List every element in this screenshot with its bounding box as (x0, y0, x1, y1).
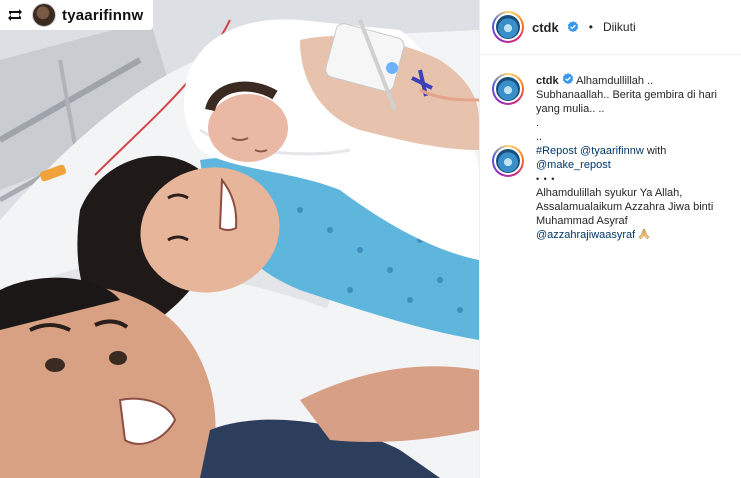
caption-avatar[interactable] (492, 73, 524, 105)
caption-avatar-2[interactable] (492, 145, 524, 177)
praying-hands-icon (638, 228, 650, 240)
repost-with-text: with (646, 145, 667, 157)
repost-user-link[interactable]: @tyaarifinnw (580, 145, 644, 157)
header-separator: • (588, 20, 593, 34)
caption-body-line-3: Muhammad Asyraf (536, 215, 628, 227)
post-side-panel: ctdk • Diikuti ctdk Alhamdullillah .. Su… (479, 0, 741, 478)
repost-icon (4, 4, 26, 26)
post-photo[interactable]: tyaarifinnw (0, 0, 479, 478)
caption-bullets: • • • (536, 174, 556, 184)
make-repost-link[interactable]: @make_repost (536, 158, 736, 172)
follow-status-button[interactable]: Diikuti (603, 20, 636, 34)
caption-dot-2: .. (536, 131, 543, 143)
repost-avatar[interactable] (32, 3, 56, 27)
caption-body: ctdk Alhamdullillah .. Subhanaallah.. Be… (536, 73, 736, 242)
caption-verified-icon (562, 73, 573, 85)
mention-link[interactable]: @azzahrajiwaasyraf (536, 229, 635, 241)
repost-hashtag-link[interactable]: #Repost (536, 145, 577, 157)
verified-badge-icon (567, 21, 578, 33)
caption-username[interactable]: ctdk (536, 75, 559, 87)
repost-badge[interactable]: tyaarifinnw (0, 0, 154, 30)
header-username[interactable]: ctdk (532, 20, 559, 35)
caption-line-3: yang mulia.. .. (536, 103, 605, 115)
caption-body-line-1: Alhamdulillah syukur Ya Allah, (536, 187, 683, 199)
caption-body-line-2: Assalamualaikum Azzahra Jiwa binti (536, 201, 714, 213)
family-hospital-photo (0, 0, 479, 478)
repost-username[interactable]: tyaarifinnw (62, 7, 143, 24)
caption-line-2: Subhanaallah.. Berita gembira di hari (536, 89, 718, 101)
header-avatar[interactable] (492, 11, 524, 43)
post-header: ctdk • Diikuti (480, 0, 741, 55)
caption-line-1: Alhamdullillah .. (576, 75, 654, 87)
caption-dot-1: . (536, 117, 540, 129)
